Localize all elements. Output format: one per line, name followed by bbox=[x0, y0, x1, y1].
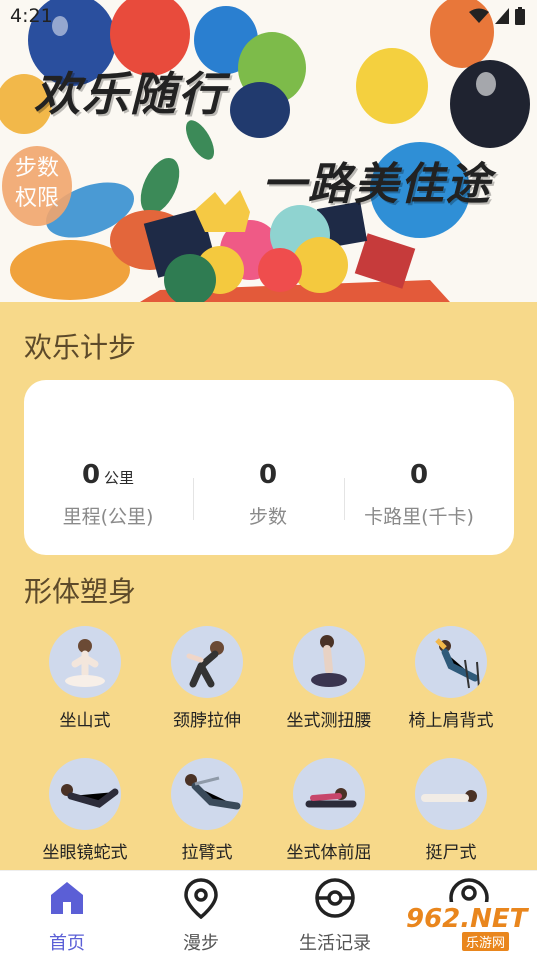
yoga-item-neck-stretch[interactable]: 颈脖拉伸 bbox=[147, 626, 267, 731]
nav-label-walk: 漫步 bbox=[183, 933, 219, 954]
yoga-item-name: 椅上肩背式 bbox=[408, 711, 494, 731]
yoga-pose-image bbox=[171, 758, 243, 830]
chair-pose-icon bbox=[435, 638, 480, 689]
stat-distance: 0 公里 里程(公里) bbox=[28, 460, 188, 529]
battery-icon bbox=[515, 7, 525, 25]
perm-badge-line2: 权限 bbox=[14, 186, 59, 211]
yoga-pose-image bbox=[49, 758, 121, 830]
yoga-item-arm-pull[interactable]: 拉臂式 bbox=[147, 758, 267, 863]
status-bar: 4:21 bbox=[0, 0, 537, 34]
meditation-pose-icon bbox=[65, 639, 105, 687]
ball-icon bbox=[315, 878, 355, 918]
step-permission-badge[interactable]: 步数 权限 bbox=[2, 146, 72, 226]
stat-steps-value: 0 bbox=[258, 460, 278, 490]
wifi-icon bbox=[469, 8, 489, 23]
nav-item-walk[interactable]: 漫步 bbox=[146, 877, 256, 955]
distance-unit: 公里 bbox=[104, 469, 135, 487]
stat-steps: 0 步数 bbox=[188, 460, 348, 529]
fitness-section-title: 形体塑身 bbox=[24, 575, 137, 608]
home-icon bbox=[51, 882, 83, 914]
nav-label-home: 首页 bbox=[49, 933, 85, 954]
yoga-item-name: 坐式体前屈 bbox=[286, 843, 372, 863]
watermark-text: 962.NET bbox=[406, 904, 528, 934]
steps-card: 0 公里 里程(公里) 0 步数 0 卡路里(千卡) bbox=[24, 380, 514, 555]
stat-distance-label: 里程(公里) bbox=[62, 506, 154, 528]
status-time: 4:21 bbox=[10, 5, 53, 27]
yoga-item-chair-shoulder[interactable]: 椅上肩背式 bbox=[391, 626, 511, 731]
corpse-pose-icon bbox=[421, 790, 477, 802]
yoga-pose-image bbox=[49, 626, 121, 698]
yoga-item-name: 坐眼镜蛇式 bbox=[42, 843, 128, 863]
stat-calories-label: 卡路里(千卡) bbox=[364, 506, 474, 528]
site-watermark: 962.NET 乐游网 bbox=[398, 902, 534, 952]
nav-item-home[interactable]: 首页 bbox=[12, 877, 122, 955]
status-icons bbox=[469, 7, 525, 25]
signal-icon bbox=[495, 8, 509, 24]
watermark-sub: 乐游网 bbox=[462, 932, 510, 951]
yoga-item-zuo-shan[interactable]: 坐山式 bbox=[25, 626, 145, 731]
yoga-pose-image bbox=[415, 758, 487, 830]
cobra-pose-icon bbox=[61, 784, 119, 808]
yoga-pose-grid: 坐山式 颈脖拉伸 坐式测扭腰 椅上肩背式 坐眼镜蛇式 拉臂式 坐式体前屈 挺尸式 bbox=[20, 626, 520, 866]
yoga-item-corpse-pose[interactable]: 挺尸式 bbox=[391, 758, 511, 863]
yoga-item-seated-cobra[interactable]: 坐眼镜蛇式 bbox=[25, 758, 145, 863]
twist-pose-icon bbox=[311, 635, 347, 687]
yoga-item-name: 坐山式 bbox=[59, 711, 111, 731]
yoga-item-name: 挺尸式 bbox=[425, 843, 477, 863]
yoga-pose-image bbox=[415, 626, 487, 698]
yoga-item-name: 颈脖拉伸 bbox=[173, 711, 241, 731]
yoga-item-seated-forward-bend[interactable]: 坐式体前屈 bbox=[269, 758, 389, 863]
steps-section-title: 欢乐计步 bbox=[24, 331, 137, 364]
yoga-pose-image bbox=[293, 758, 365, 830]
distance-value: 0 bbox=[81, 460, 101, 490]
stretch-pose-icon bbox=[186, 641, 224, 688]
perm-badge-line1: 步数 bbox=[14, 156, 59, 181]
nav-label-life-record: 生活记录 bbox=[299, 933, 371, 954]
yoga-pose-image bbox=[171, 626, 243, 698]
yoga-item-name: 坐式测扭腰 bbox=[286, 711, 372, 731]
forward-bend-pose-icon bbox=[305, 788, 357, 808]
yoga-item-name: 拉臂式 bbox=[181, 843, 233, 863]
banner-title-line1: 欢乐随行 bbox=[34, 67, 226, 121]
yoga-pose-image bbox=[293, 626, 365, 698]
stat-calories-value: 0 bbox=[409, 460, 429, 490]
promo-banner[interactable]: 4:21 欢乐随行 一路美佳途 步数 权限 bbox=[0, 0, 537, 302]
stat-calories: 0 卡路里(千卡) bbox=[339, 460, 499, 529]
arm-pull-pose-icon bbox=[185, 774, 241, 810]
stat-distance-value: 0 公里 bbox=[28, 460, 188, 494]
stat-steps-label: 步数 bbox=[248, 506, 287, 528]
banner-title-line2: 一路美佳途 bbox=[262, 159, 492, 210]
yoga-item-seated-twist[interactable]: 坐式测扭腰 bbox=[269, 626, 389, 731]
location-pin-icon bbox=[184, 878, 218, 920]
nav-item-life-record[interactable]: 生活记录 bbox=[280, 877, 390, 955]
